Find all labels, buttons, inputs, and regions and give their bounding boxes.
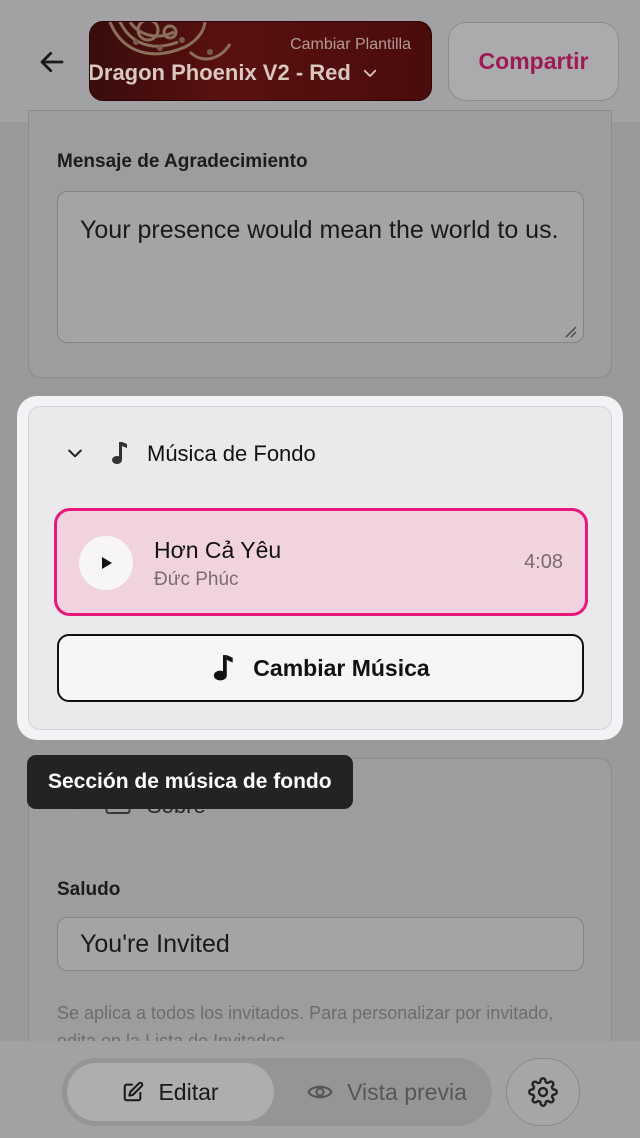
arrow-left-icon bbox=[40, 51, 64, 73]
background-music-section: Música de Fondo Hơn Cả Yêu Đức Phúc 4:08… bbox=[28, 406, 612, 730]
top-header: Cambiar Plantilla Dragon Phoenix V2 - Re… bbox=[0, 0, 640, 122]
eye-icon bbox=[307, 1085, 333, 1099]
thanks-message-textarea[interactable]: Your presence would mean the world to us… bbox=[57, 191, 584, 343]
play-icon bbox=[102, 557, 112, 569]
preview-tab-label: Vista previa bbox=[347, 1078, 467, 1105]
section-tooltip: Sección de música de fondo bbox=[27, 755, 353, 809]
chevron-down-icon bbox=[363, 69, 376, 77]
track-artist: Đức Phúc bbox=[154, 569, 239, 590]
template-name: Dragon Phoenix V2 - Red bbox=[89, 60, 431, 86]
thanks-message-label: Mensaje de Agradecimiento bbox=[57, 151, 308, 172]
greeting-label: Saludo bbox=[57, 879, 121, 900]
music-section-header[interactable]: Música de Fondo bbox=[29, 431, 611, 475]
music-section-title: Música de Fondo bbox=[147, 441, 316, 466]
settings-button[interactable] bbox=[506, 1058, 580, 1126]
edit-icon bbox=[124, 1081, 144, 1102]
track-duration: 4:08 bbox=[524, 551, 563, 573]
change-template-hint: Cambiar Plantilla bbox=[290, 36, 411, 53]
edit-tab-label: Editar bbox=[158, 1078, 219, 1105]
selected-track[interactable]: Hơn Cả Yêu Đức Phúc 4:08 bbox=[54, 508, 588, 616]
track-title: Hơn Cả Yêu bbox=[154, 537, 282, 563]
bottom-navigation: Editar Vista previa bbox=[0, 1041, 640, 1138]
mode-switch: Editar Vista previa bbox=[62, 1058, 492, 1126]
change-music-button[interactable]: Cambiar Música bbox=[57, 634, 584, 702]
chevron-down-icon[interactable] bbox=[65, 443, 85, 463]
music-note-icon bbox=[112, 442, 127, 464]
resize-handle-icon[interactable] bbox=[563, 324, 577, 338]
greeting-input[interactable]: You're Invited bbox=[57, 917, 584, 971]
template-name-text: Dragon Phoenix V2 - Red bbox=[89, 60, 351, 85]
thanks-message-card: Mensaje de Agradecimiento Your presence … bbox=[28, 110, 612, 378]
share-button[interactable]: Compartir bbox=[448, 22, 619, 101]
template-selector[interactable]: Cambiar Plantilla Dragon Phoenix V2 - Re… bbox=[89, 21, 432, 101]
gear-icon bbox=[528, 1077, 558, 1107]
back-button[interactable] bbox=[30, 40, 74, 84]
change-music-label: Cambiar Música bbox=[253, 654, 430, 681]
thanks-message-text: Your presence would mean the world to us… bbox=[80, 216, 559, 244]
edit-tab[interactable]: Editar bbox=[67, 1063, 274, 1121]
preview-tab[interactable]: Vista previa bbox=[287, 1063, 487, 1121]
music-note-icon bbox=[214, 655, 233, 681]
play-button[interactable] bbox=[79, 536, 133, 590]
